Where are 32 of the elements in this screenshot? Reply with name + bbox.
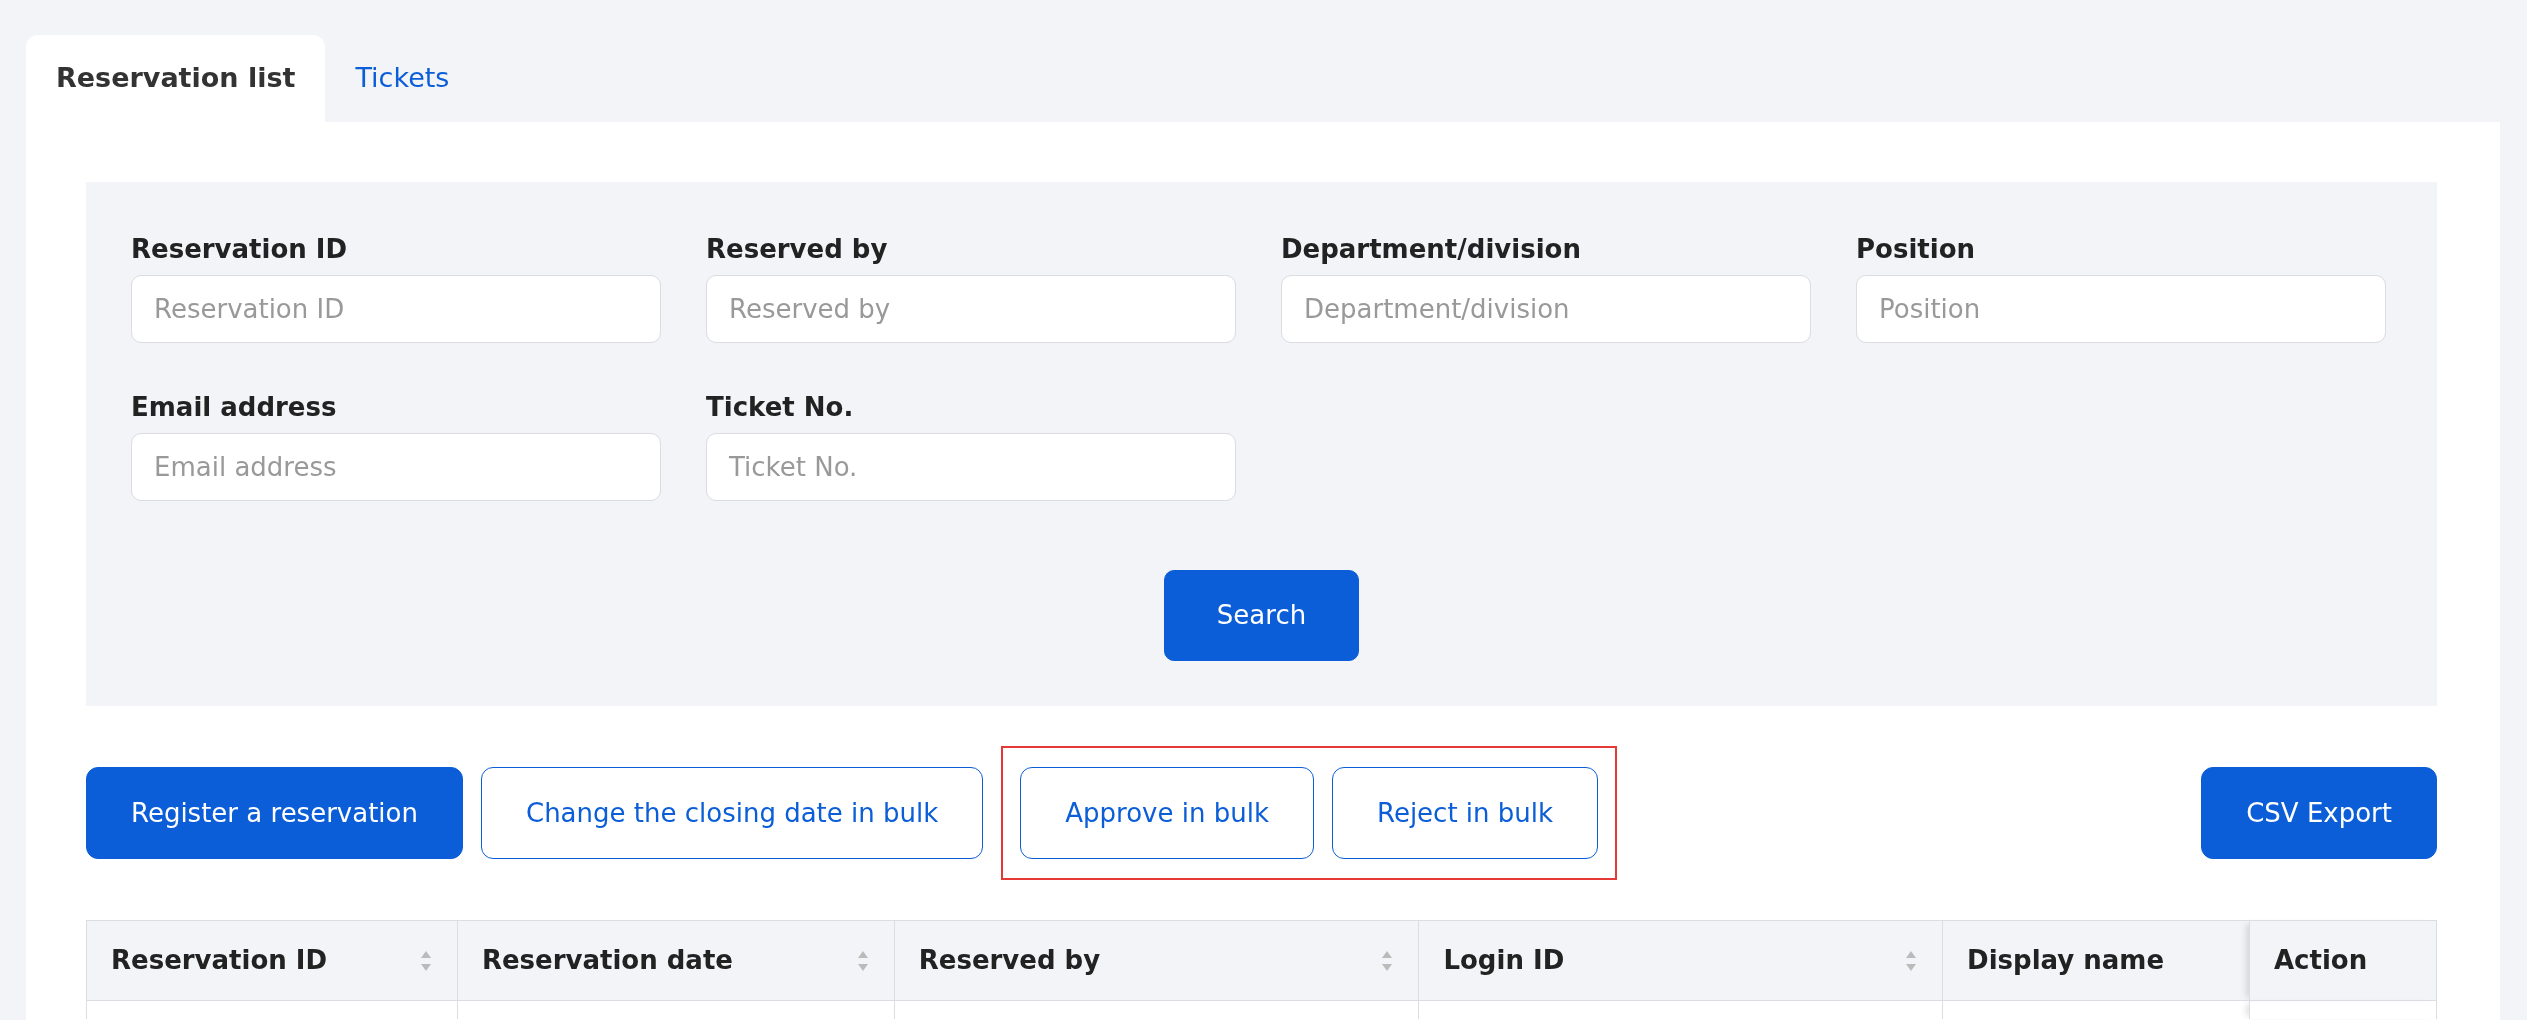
input-field[interactable]: Reservation ID [131, 275, 661, 343]
input-field[interactable]: Position [1856, 275, 2386, 343]
field-label: Department/division [1281, 233, 1582, 266]
column-header-cell[interactable]: Login ID [1418, 920, 1943, 1001]
column-header-label: Login ID [1443, 944, 1565, 977]
search-button[interactable]: Search [1164, 570, 1359, 661]
column-header-cell[interactable]: Reserved by [894, 920, 1419, 1001]
tab[interactable]: Tickets [325, 35, 480, 122]
column-header-label: Reserved by [918, 944, 1101, 977]
field-label: Ticket No. [706, 391, 855, 424]
input-field[interactable]: Department/division [1281, 275, 1811, 343]
column-header-label: Reservation date [481, 944, 733, 977]
field-label: Reserved by [706, 233, 889, 266]
column-header-cell[interactable]: Display name [1942, 920, 2250, 1001]
field-label: Position [1856, 233, 1977, 266]
column-header-label: Reservation ID [111, 944, 328, 977]
column-header-cell[interactable]: Reservation date [457, 920, 895, 1001]
column-header-cell[interactable]: Reservation ID [86, 920, 458, 1001]
tab[interactable]: Reservation list [26, 35, 326, 122]
action-button[interactable]: Reject in bulk [1332, 767, 1599, 859]
column-header-cell[interactable]: Action [2249, 920, 2437, 1001]
field-label: Email address [131, 391, 338, 424]
action-button[interactable]: Approve in bulk [1020, 767, 1314, 859]
column-header-label: Action [2274, 944, 2368, 977]
field-label: Reservation ID [131, 233, 349, 266]
action-button[interactable]: Change the closing date in bulk [481, 767, 984, 859]
csv-export-button[interactable]: CSV Export [2201, 767, 2437, 859]
input-field[interactable]: Reserved by [706, 275, 1236, 343]
action-button[interactable]: Register a reservation [86, 767, 463, 859]
input-field[interactable]: Ticket No. [706, 433, 1236, 501]
input-field[interactable]: Email address [131, 433, 661, 501]
column-header-label: Display name [1967, 944, 2165, 977]
